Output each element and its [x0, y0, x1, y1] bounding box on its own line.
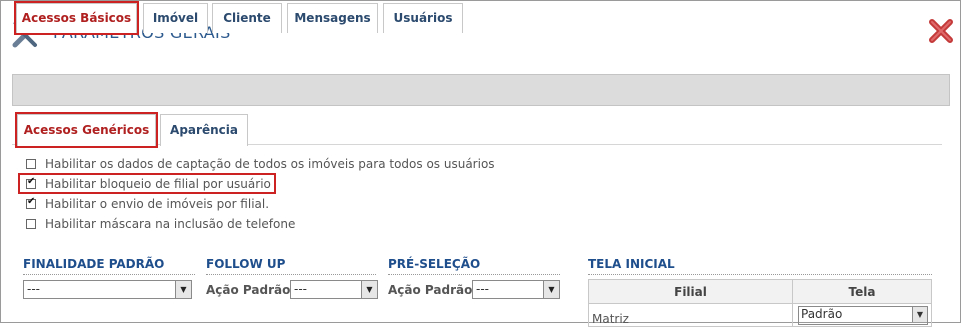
option-label: Habilitar bloqueio de filial por usuário [45, 177, 271, 191]
finalidade-select[interactable]: --- ▼ [23, 280, 192, 299]
checkbox[interactable] [26, 196, 36, 209]
chevron-down-icon[interactable]: ▼ [361, 281, 377, 298]
option-label: Habilitar os dados de captação de todos … [45, 157, 495, 171]
section-title-followup: FOLLOW UP [206, 257, 376, 275]
tab-acessos-basicos[interactable]: Acessos Básicos [14, 1, 139, 35]
chevron-down-icon[interactable]: ▼ [912, 307, 927, 322]
select-value: Padrão [801, 307, 843, 321]
tab-imovel[interactable]: Imóvel [143, 3, 208, 33]
option-label: Habilitar máscara na inclusão de telefon… [45, 217, 296, 231]
select-value: --- [294, 282, 307, 296]
checkbox[interactable] [26, 159, 36, 169]
preselecao-select[interactable]: --- ▼ [472, 280, 560, 299]
tab-mensagens[interactable]: Mensagens [287, 3, 378, 33]
select-value: --- [27, 282, 40, 296]
option-mascara-telefone[interactable]: Habilitar máscara na inclusão de telefon… [26, 215, 295, 233]
checkbox[interactable] [26, 176, 36, 189]
section-title-tela-inicial: TELA INICIAL [588, 257, 932, 275]
table-row: Matriz Padrão ▼ [588, 303, 932, 327]
chevron-down-icon[interactable]: ▼ [175, 281, 191, 298]
column-header-filial: Filial [588, 279, 793, 304]
tela-select[interactable]: Padrão ▼ [798, 306, 928, 325]
column-header-tela: Tela [792, 279, 932, 304]
followup-action-label: Ação Padrão: [206, 283, 296, 297]
table-header-row: Filial Tela [588, 279, 932, 304]
option-label: Habilitar o envio de imóveis por filial. [45, 197, 270, 211]
section-title-finalidade: FINALIDADE PADRÃO [23, 257, 195, 275]
tab-aparencia[interactable]: Aparência [160, 114, 248, 146]
checkbox[interactable] [26, 219, 36, 229]
option-bloqueio-filial[interactable]: Habilitar bloqueio de filial por usuário [26, 175, 271, 193]
cell-tela: Padrão ▼ [792, 303, 932, 327]
tab-usuarios[interactable]: Usuários [383, 3, 463, 33]
main-tab-bar [12, 74, 950, 106]
followup-select[interactable]: --- ▼ [290, 280, 378, 299]
section-title-preselecao: PRÉ-SELEÇÃO [388, 257, 560, 275]
tela-inicial-table: Filial Tela Matriz Padrão ▼ [588, 279, 932, 327]
preselecao-action-label: Ação Padrão: [388, 283, 478, 297]
tab-cliente[interactable]: Cliente [212, 3, 282, 33]
cell-filial: Matriz [588, 303, 793, 327]
option-dados-captacao[interactable]: Habilitar os dados de captação de todos … [26, 155, 495, 173]
close-icon[interactable] [928, 18, 954, 44]
tab-acessos-genericos[interactable]: Acessos Genéricos [15, 112, 158, 148]
option-envio-imoveis[interactable]: Habilitar o envio de imóveis por filial. [26, 195, 269, 213]
select-value: --- [476, 282, 489, 296]
chevron-down-icon[interactable]: ▼ [543, 281, 559, 298]
